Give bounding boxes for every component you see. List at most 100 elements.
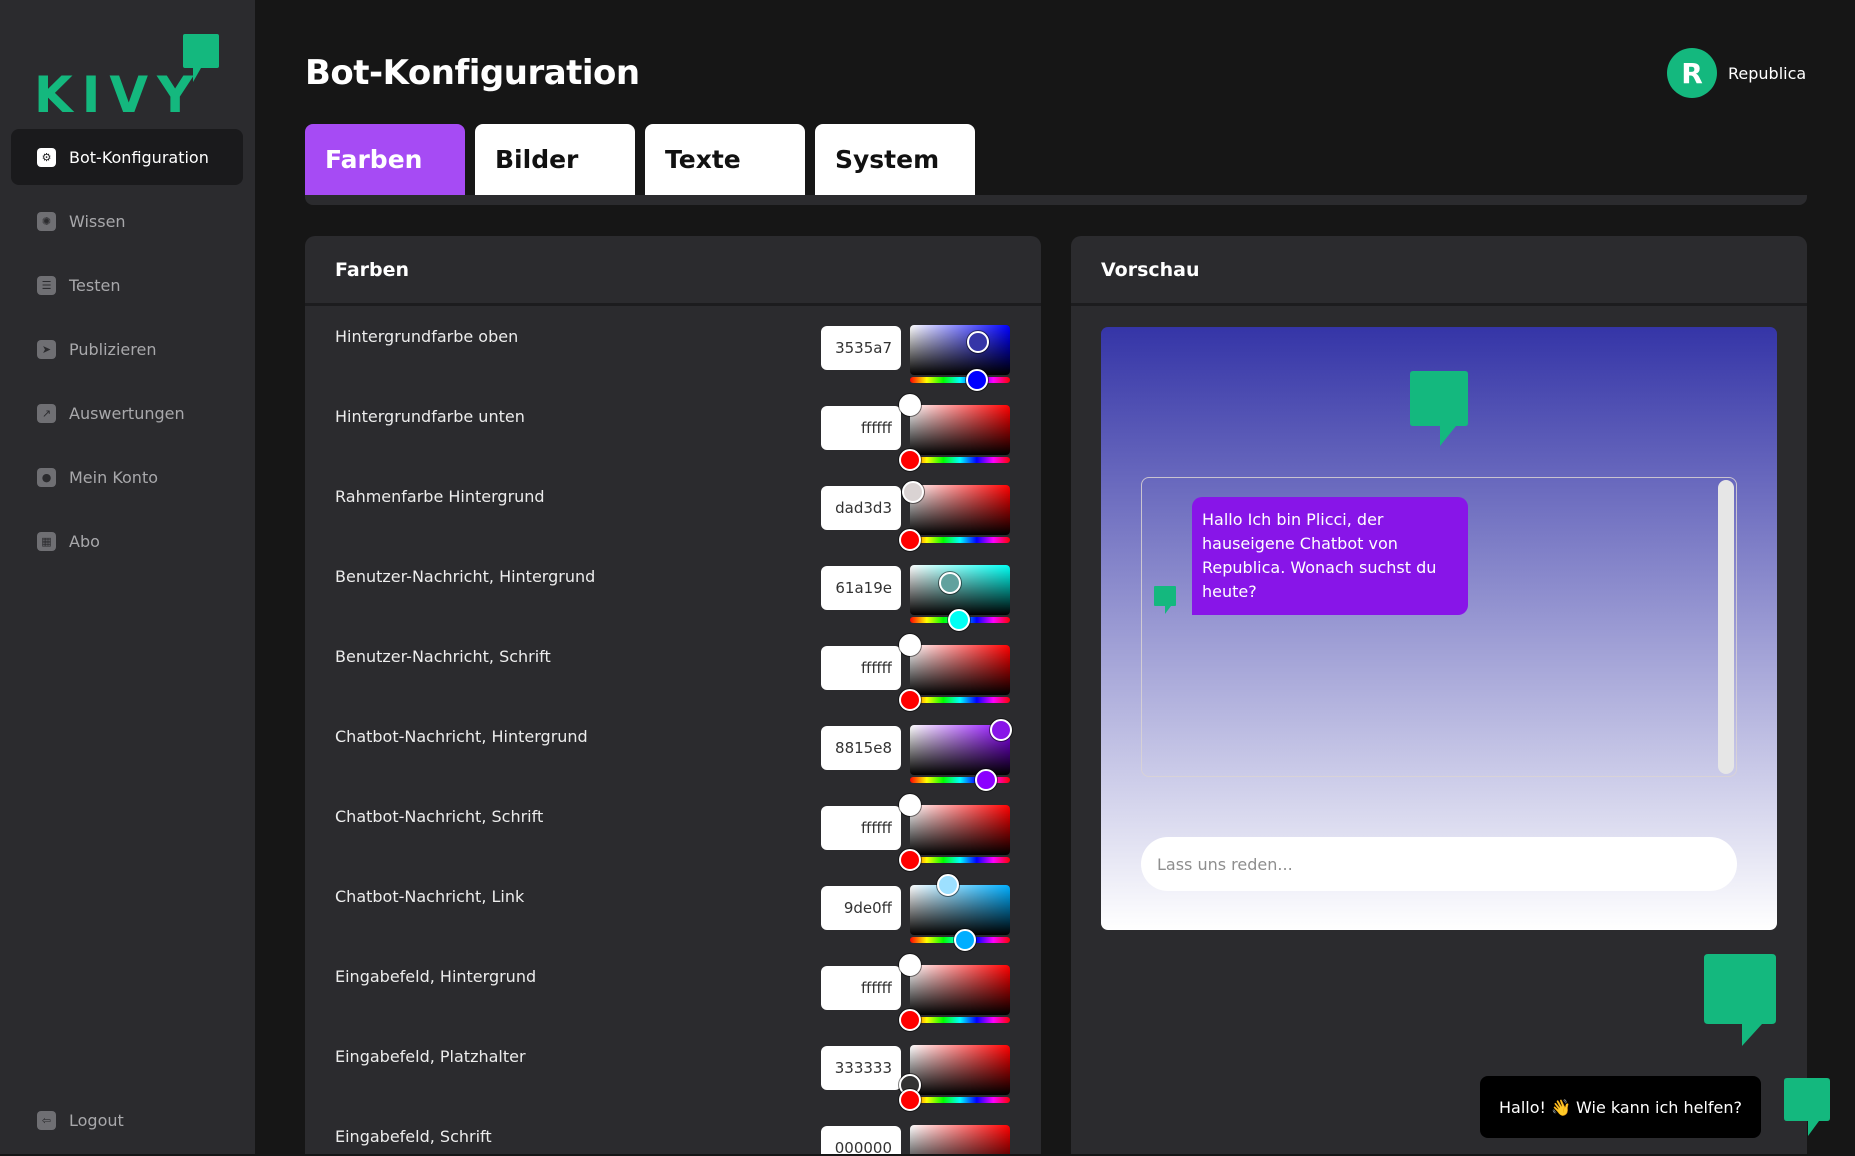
tab-system[interactable]: System xyxy=(815,124,975,195)
greeting-bubble[interactable]: Hallo! 👋 Wie kann ich helfen? xyxy=(1480,1076,1762,1138)
chat-input[interactable] xyxy=(1141,837,1737,891)
color-hex-input[interactable] xyxy=(821,326,901,370)
color-hex-input[interactable] xyxy=(821,486,901,530)
saturation-value-handle[interactable] xyxy=(899,634,921,656)
sidebar-item-label: Auswertungen xyxy=(69,403,185,423)
hue-slider[interactable] xyxy=(910,857,1010,863)
color-picker[interactable] xyxy=(910,874,1010,951)
saturation-value-area[interactable] xyxy=(910,805,1010,855)
preview-panel-title: Vorschau xyxy=(1071,236,1807,306)
saturation-value-handle[interactable] xyxy=(899,954,921,976)
logo-text: KIVY xyxy=(34,66,203,124)
sidebar-item-label: Wissen xyxy=(69,211,126,231)
hue-slider[interactable] xyxy=(910,377,1010,383)
color-hex-input[interactable] xyxy=(821,886,901,930)
sidebar: KIVY ⚙ Bot-Konfiguration ✺ Wissen ☰ Test… xyxy=(0,0,255,1154)
color-setting-row: Chatbot-Nachricht, Hintergrund xyxy=(305,706,1041,791)
color-setting-label: Hintergrundfarbe oben xyxy=(335,327,519,346)
saturation-value-area[interactable] xyxy=(910,885,1010,935)
saturation-value-area[interactable] xyxy=(910,1125,1010,1154)
saturation-value-area[interactable] xyxy=(910,645,1010,695)
preview-panel: Vorschau Hallo Ich bin Plicci, der hause… xyxy=(1071,236,1807,1154)
color-picker[interactable] xyxy=(899,954,1010,1031)
saturation-value-handle[interactable] xyxy=(967,331,990,354)
sidebar-item-mein-konto[interactable]: ● Mein Konto xyxy=(11,449,243,505)
saturation-value-area[interactable] xyxy=(910,405,1010,455)
hue-slider[interactable] xyxy=(910,457,1010,463)
colors-panel: Farben Hintergrundfarbe obenHintergrundf… xyxy=(305,236,1041,1154)
color-hex-input[interactable] xyxy=(821,1046,901,1090)
color-settings-list: Hintergrundfarbe oben Hintergrundfarbe un… xyxy=(305,306,1041,1154)
sidebar-item-abo[interactable]: ▦ Abo xyxy=(11,513,243,569)
color-picker[interactable] xyxy=(910,325,1010,391)
sidebar-item-auswertungen[interactable]: ↗ Auswertungen xyxy=(11,385,243,441)
chat-bubble-icon[interactable] xyxy=(1784,1078,1830,1136)
color-setting-row: Chatbot-Nachricht, Schrift xyxy=(305,786,1041,871)
checklist-icon: ☰ xyxy=(37,275,56,295)
hue-slider[interactable] xyxy=(910,1017,1010,1023)
color-setting-label: Chatbot-Nachricht, Schrift xyxy=(335,807,544,826)
saturation-value-handle[interactable] xyxy=(989,718,1012,741)
color-picker[interactable] xyxy=(899,634,1010,711)
lightbulb-icon: ✺ xyxy=(37,211,56,231)
saturation-value-area[interactable] xyxy=(910,485,1010,535)
tab-bar-underline xyxy=(305,195,1807,205)
logout-button[interactable]: ⇦ Logout xyxy=(11,1092,243,1148)
saturation-value-handle[interactable] xyxy=(902,481,925,504)
chat-launcher-icon[interactable] xyxy=(1704,954,1776,1046)
user-menu[interactable]: R Republica xyxy=(1667,48,1806,98)
color-picker[interactable] xyxy=(899,794,1010,871)
tab-texte[interactable]: Texte xyxy=(645,124,805,195)
color-setting-label: Chatbot-Nachricht, Hintergrund xyxy=(335,727,588,746)
sidebar-item-bot-konfiguration[interactable]: ⚙ Bot-Konfiguration xyxy=(11,129,243,185)
color-setting-row: Hintergrundfarbe oben xyxy=(305,306,1041,391)
saturation-value-area[interactable] xyxy=(910,565,1010,615)
color-picker[interactable] xyxy=(899,394,1010,471)
colors-panel-title: Farben xyxy=(305,236,1041,306)
hue-slider[interactable] xyxy=(910,1097,1010,1103)
color-hex-input[interactable] xyxy=(821,806,901,850)
color-picker[interactable] xyxy=(899,481,1010,551)
color-hex-input[interactable] xyxy=(821,966,901,1010)
config-tabs: Farben Bilder Texte System xyxy=(305,124,985,195)
color-setting-row: Rahmenfarbe Hintergrund xyxy=(305,466,1041,551)
bot-message: Hallo Ich bin Plicci, der hauseigene Cha… xyxy=(1192,497,1468,615)
color-setting-label: Benutzer-Nachricht, Schrift xyxy=(335,647,551,666)
logout-section: ⇦ Logout xyxy=(11,1092,243,1156)
hue-slider[interactable] xyxy=(910,537,1010,543)
saturation-value-area[interactable] xyxy=(910,1045,1010,1095)
hue-slider[interactable] xyxy=(910,697,1010,703)
color-hex-input[interactable] xyxy=(821,566,901,610)
saturation-value-handle[interactable] xyxy=(938,572,961,595)
color-picker[interactable] xyxy=(910,1125,1010,1154)
color-picker[interactable] xyxy=(899,1045,1010,1111)
saturation-value-handle[interactable] xyxy=(899,394,921,416)
saturation-value-handle[interactable] xyxy=(899,794,921,816)
avatar[interactable]: R xyxy=(1667,48,1717,98)
chat-scrollbar[interactable] xyxy=(1718,480,1734,774)
color-picker[interactable] xyxy=(910,718,1012,791)
chat-messages-area[interactable]: Hallo Ich bin Plicci, der hauseigene Cha… xyxy=(1141,477,1737,777)
color-hex-input[interactable] xyxy=(821,1126,901,1154)
color-hex-input[interactable] xyxy=(821,406,901,450)
logout-label: Logout xyxy=(69,1110,124,1130)
color-setting-label: Eingabefeld, Schrift xyxy=(335,1127,492,1146)
saturation-value-area[interactable] xyxy=(910,965,1010,1015)
saturation-value-handle[interactable] xyxy=(937,874,960,896)
saturation-value-area[interactable] xyxy=(910,325,1010,375)
color-hex-input[interactable] xyxy=(821,726,901,770)
color-setting-label: Chatbot-Nachricht, Link xyxy=(335,887,525,906)
speech-bubble-icon xyxy=(183,34,219,82)
color-hex-input[interactable] xyxy=(821,646,901,690)
sidebar-item-testen[interactable]: ☰ Testen xyxy=(11,257,243,313)
color-setting-label: Benutzer-Nachricht, Hintergrund xyxy=(335,567,596,586)
color-setting-row: Eingabefeld, Platzhalter xyxy=(305,1026,1041,1111)
gear-icon: ⚙ xyxy=(37,147,56,167)
color-setting-row: Benutzer-Nachricht, Hintergrund xyxy=(305,546,1041,631)
tab-bilder[interactable]: Bilder xyxy=(475,124,635,195)
sidebar-item-publizieren[interactable]: ➤ Publizieren xyxy=(11,321,243,377)
tab-farben[interactable]: Farben xyxy=(305,124,465,195)
color-picker[interactable] xyxy=(910,565,1010,631)
kivy-logo[interactable]: KIVY xyxy=(34,34,224,124)
sidebar-item-wissen[interactable]: ✺ Wissen xyxy=(11,193,243,249)
